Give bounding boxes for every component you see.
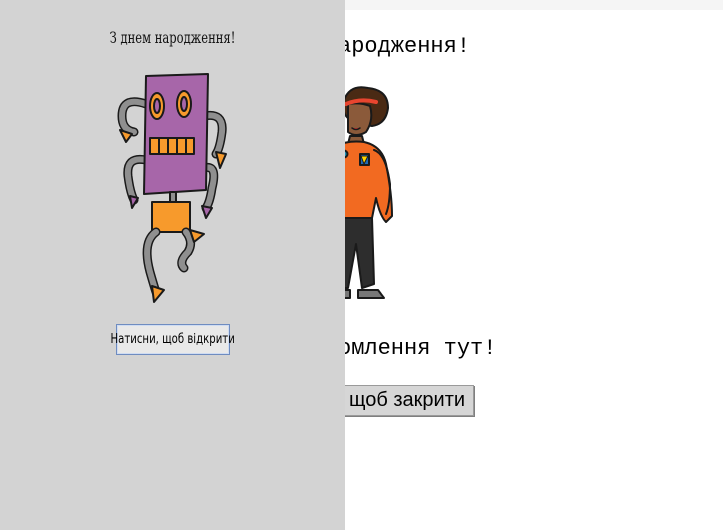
inside-message: омлення тут! (338, 336, 497, 361)
card-front-cover: З днем народження! Натисни, щоб відкрити (0, 0, 345, 530)
inside-title: ародження! (338, 34, 471, 59)
close-button[interactable]: щоб закрити (330, 385, 474, 416)
open-button-label: Натисни, щоб відкрити (110, 332, 236, 347)
open-button[interactable]: Натисни, щоб відкрити (111, 324, 235, 355)
robot-illustration (117, 73, 227, 303)
cover-title: З днем народження! (109, 28, 236, 47)
